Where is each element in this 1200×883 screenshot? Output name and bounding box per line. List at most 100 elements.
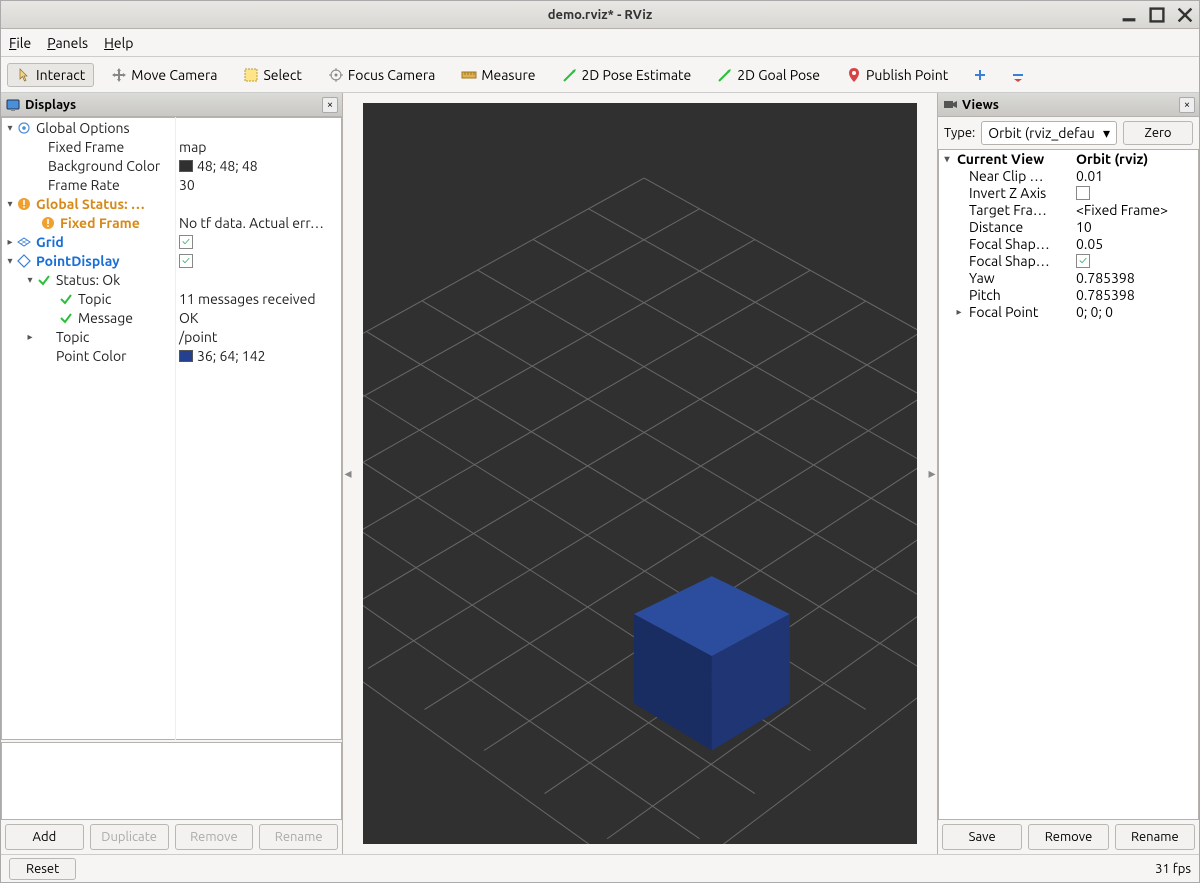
measure-icon (461, 67, 477, 83)
splitter-right[interactable]: ▸ (927, 93, 937, 854)
title-bar: demo.rviz* - RViz (1, 1, 1199, 29)
goal-pose-icon (717, 67, 733, 83)
checkbox-pointdisplay[interactable]: ✓ (179, 254, 193, 268)
displays-icon (5, 97, 21, 113)
zero-button[interactable]: Zero (1123, 121, 1193, 145)
tree-item-topic[interactable]: ▸ Topic /point (2, 327, 341, 346)
tree-item-status-message[interactable]: · Message OK (2, 308, 341, 327)
tool-focus-camera[interactable]: Focus Camera (319, 63, 444, 87)
views-rename-button[interactable]: Rename (1115, 824, 1195, 850)
minus-icon (1010, 67, 1026, 83)
gear-icon (16, 120, 32, 136)
point-display-icon (16, 253, 32, 269)
views-close-icon[interactable]: × (1179, 97, 1195, 113)
menu-bar: File Panels Help (1, 29, 1199, 57)
checkbox-focal-shape[interactable]: ✓ (1076, 254, 1090, 268)
menu-panels[interactable]: Panels (47, 35, 88, 51)
view-row-target-frame[interactable]: ·Target Fra…<Fixed Frame> (939, 201, 1198, 218)
tree-item-status-ok[interactable]: ▾ Status: Ok (2, 270, 341, 289)
tool-add[interactable] (965, 63, 995, 87)
tree-item-frame-rate[interactable]: · Frame Rate 30 (2, 175, 341, 194)
toolbar: Interact Move Camera Select Focus Camera… (1, 57, 1199, 93)
view-row-invert-z[interactable]: ·Invert Z Axis (939, 184, 1198, 201)
views-panel: Views × Type: Orbit (rviz_defau ▾ Zero ▾… (937, 93, 1199, 854)
rename-button: Rename (259, 824, 338, 850)
views-tree[interactable]: ▾ Current View Orbit (rviz) ·Near Clip …… (938, 149, 1199, 820)
menu-help[interactable]: Help (104, 35, 133, 51)
warning-icon (16, 196, 32, 212)
splitter-left[interactable]: ◂ (343, 93, 353, 854)
view-row-near-clip[interactable]: ·Near Clip …0.01 (939, 167, 1198, 184)
views-panel-title: Views × (938, 93, 1199, 117)
interact-icon (16, 67, 32, 83)
view-row-distance[interactable]: ·Distance10 (939, 218, 1198, 235)
views-type-combo[interactable]: Orbit (rviz_defau ▾ (981, 121, 1117, 145)
displays-panel: Displays × ▾ Global Options · Fixed Fram… (1, 93, 343, 854)
tool-remove[interactable] (1003, 63, 1033, 87)
tool-publish-point[interactable]: Publish Point (837, 63, 957, 87)
tree-item-fixed-frame[interactable]: · Fixed Frame map (2, 137, 341, 156)
displays-tree[interactable]: ▾ Global Options · Fixed Frame map · Bac… (1, 117, 342, 740)
views-buttons: Save Remove Rename (938, 820, 1199, 854)
views-remove-button[interactable]: Remove (1028, 824, 1108, 850)
main-area: Displays × ▾ Global Options · Fixed Fram… (1, 93, 1199, 854)
displays-close-icon[interactable]: × (322, 97, 338, 113)
views-icon (942, 97, 958, 113)
display-description-box (1, 742, 342, 820)
tree-item-global-options[interactable]: ▾ Global Options (2, 118, 341, 137)
warning-icon (40, 215, 56, 231)
tool-measure[interactable]: Measure (452, 63, 544, 87)
remove-button: Remove (175, 824, 254, 850)
tree-item-point-display[interactable]: ▾ PointDisplay ✓ (2, 251, 341, 270)
tree-item-grid[interactable]: ▸ Grid ✓ (2, 232, 341, 251)
scene-svg (363, 103, 917, 844)
window-title: demo.rviz* - RViz (548, 8, 653, 22)
views-save-button[interactable]: Save (942, 824, 1022, 850)
tool-2d-goal-pose[interactable]: 2D Goal Pose (708, 63, 829, 87)
app-window: demo.rviz* - RViz File Panels Help Inter… (0, 0, 1200, 883)
color-swatch (179, 350, 193, 362)
viewport-3d[interactable] (363, 103, 917, 844)
move-camera-icon (111, 67, 127, 83)
focus-camera-icon (328, 67, 344, 83)
fps-display: 31 fps (1155, 862, 1191, 876)
tree-item-status-topic[interactable]: · Topic 11 messages received (2, 289, 341, 308)
view-row-focal-shape-fixed[interactable]: ·Focal Shap…✓ (939, 252, 1198, 269)
tree-item-point-color[interactable]: · Point Color 36; 64; 142 (2, 346, 341, 365)
checkbox-invert-z[interactable] (1076, 186, 1090, 200)
view-row-focal-point[interactable]: ▸Focal Point0; 0; 0 (939, 303, 1198, 320)
checkbox-grid[interactable]: ✓ (179, 235, 193, 249)
chevron-down-icon: ▾ (1103, 125, 1110, 142)
tree-item-global-status[interactable]: ▾ Global Status: … (2, 194, 341, 213)
reset-button[interactable]: Reset (9, 858, 76, 880)
grid-icon (16, 234, 32, 250)
plus-icon (972, 67, 988, 83)
select-icon (243, 67, 259, 83)
duplicate-button: Duplicate (90, 824, 169, 850)
tool-interact[interactable]: Interact (7, 63, 94, 87)
minimize-icon[interactable] (1121, 7, 1137, 23)
tool-move-camera[interactable]: Move Camera (102, 63, 226, 87)
pose-estimate-icon (562, 67, 578, 83)
ok-icon (36, 272, 52, 288)
tree-item-bg-color[interactable]: · Background Color 48; 48; 48 (2, 156, 341, 175)
tool-select[interactable]: Select (234, 63, 310, 87)
view-row-focal-shape-size[interactable]: ·Focal Shap…0.05 (939, 235, 1198, 252)
maximize-icon[interactable] (1149, 7, 1165, 23)
color-swatch (179, 160, 193, 172)
view-row-yaw[interactable]: ·Yaw0.785398 (939, 269, 1198, 286)
displays-buttons: Add Duplicate Remove Rename (1, 820, 342, 854)
add-button[interactable]: Add (5, 824, 84, 850)
tool-2d-pose-estimate[interactable]: 2D Pose Estimate (553, 63, 701, 87)
displays-panel-title: Displays × (1, 93, 342, 117)
tree-item-gs-fixed-frame[interactable]: · Fixed Frame No tf data. Actual err… (2, 213, 341, 232)
close-icon[interactable] (1177, 7, 1193, 23)
views-type-label: Type: (944, 126, 975, 140)
status-bar: Reset 31 fps (1, 854, 1199, 882)
publish-point-icon (846, 67, 862, 83)
ok-icon (58, 291, 74, 307)
viewport-container (353, 93, 927, 854)
menu-file[interactable]: File (9, 35, 31, 51)
view-row-pitch[interactable]: ·Pitch0.785398 (939, 286, 1198, 303)
ok-icon (58, 310, 74, 326)
